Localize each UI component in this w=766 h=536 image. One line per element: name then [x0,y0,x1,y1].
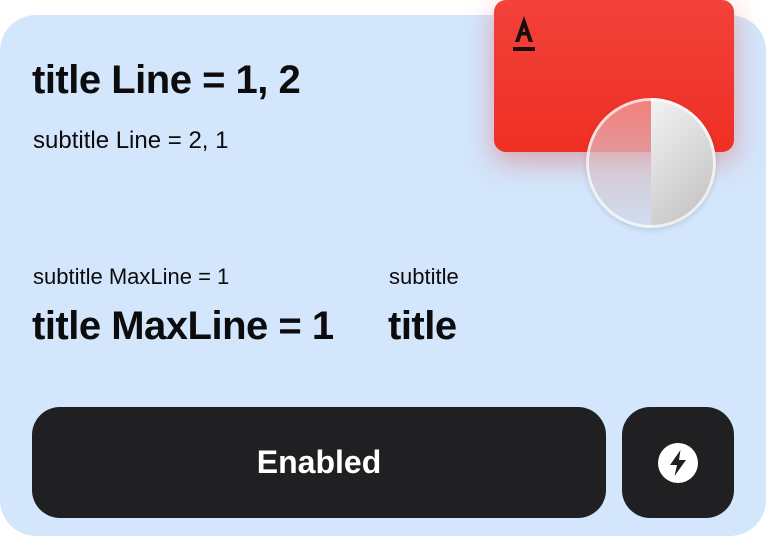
right-block-title: title [388,304,457,348]
lightning-bolt-icon [658,442,698,483]
left-block-subtitle: subtitle MaxLine = 1 [33,264,230,289]
card-title-top: title Line = 1, 2 [32,58,301,102]
right-block-subtitle: subtitle [389,264,459,289]
card-subtitle-top: subtitle Line = 2, 1 [33,127,229,154]
alfa-logo-icon [513,16,535,51]
enabled-button[interactable]: Enabled [32,407,606,518]
left-block-title: title MaxLine = 1 [32,304,334,348]
coin-icon [586,98,716,228]
lightning-button[interactable] [622,407,734,518]
enabled-button-label: Enabled [256,444,382,480]
